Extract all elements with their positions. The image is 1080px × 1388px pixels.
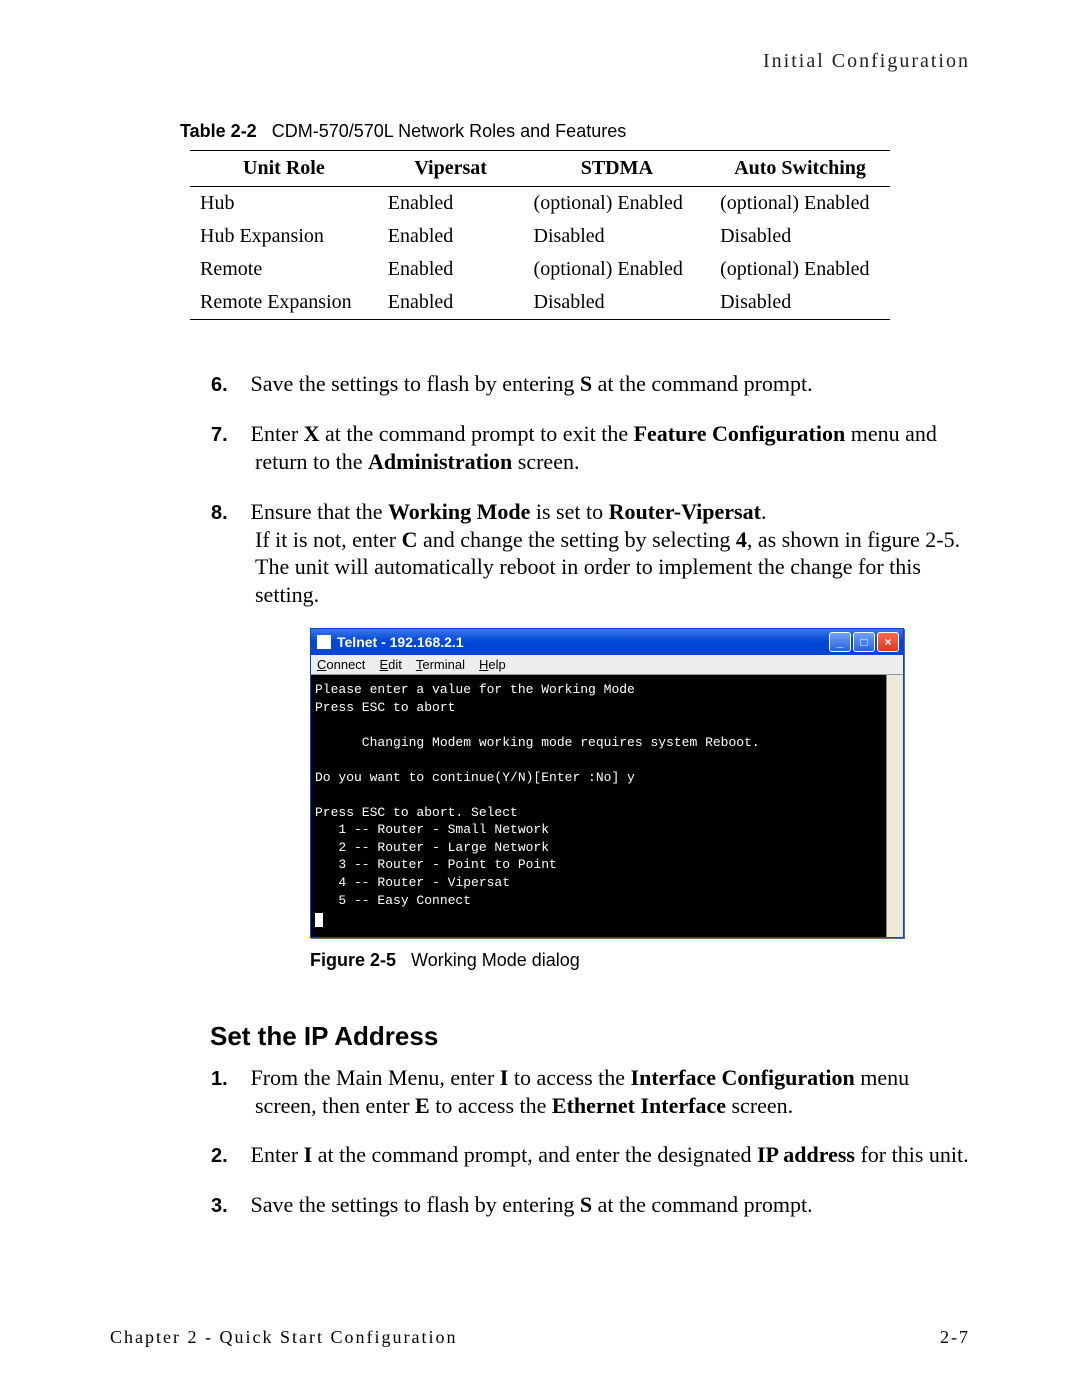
th-auto-switching: Auto Switching (710, 151, 890, 187)
telnet-text: Please enter a value for the Working Mod… (315, 682, 760, 908)
menu-terminal[interactable]: Terminal (416, 657, 465, 672)
table-row: Remote Enabled (optional) Enabled (optio… (190, 253, 890, 286)
page-header: Initial Configuration (110, 50, 970, 73)
cell: Remote (190, 253, 378, 286)
telnet-window: Telnet - 192.168.2.1 _ □ × Connect Edit … (310, 628, 904, 938)
cell: Hub Expansion (190, 220, 378, 253)
cell: Disabled (710, 220, 890, 253)
cell: Enabled (378, 253, 524, 286)
footer-left: Chapter 2 - Quick Start Configuration (110, 1327, 457, 1348)
telnet-body[interactable]: Please enter a value for the Working Mod… (311, 675, 903, 937)
table-caption-label: Table 2-2 (180, 121, 257, 141)
cell: (optional) Enabled (710, 253, 890, 286)
th-unit-role: Unit Role (190, 151, 378, 187)
step-7: 7. Enter X at the command prompt to exit… (255, 420, 970, 476)
cell: (optional) Enabled (524, 253, 711, 286)
maximize-button[interactable]: □ (853, 632, 875, 652)
cell: (optional) Enabled (710, 187, 890, 221)
table-row: Remote Expansion Enabled Disabled Disabl… (190, 286, 890, 320)
section-set-ip-address: Set the IP Address (210, 1021, 970, 1052)
step-b3: 3. Save the settings to flash by enterin… (255, 1191, 970, 1219)
step-b1: 1. From the Main Menu, enter I to access… (255, 1064, 970, 1120)
menu-connect[interactable]: Connect (317, 657, 365, 672)
cell: (optional) Enabled (524, 187, 711, 221)
cell: Disabled (524, 220, 711, 253)
menu-help[interactable]: Help (479, 657, 506, 672)
step-8: 8. Ensure that the Working Mode is set t… (255, 498, 970, 609)
table-row: Hub Enabled (optional) Enabled (optional… (190, 187, 890, 221)
th-stdma: STDMA (524, 151, 711, 187)
cell: Enabled (378, 220, 524, 253)
cell: Hub (190, 187, 378, 221)
figure-caption: Figure 2-5 Working Mode dialog (310, 950, 970, 971)
roles-table: Unit Role Vipersat STDMA Auto Switching … (190, 150, 890, 320)
table-row: Hub Expansion Enabled Disabled Disabled (190, 220, 890, 253)
footer-right: 2-7 (940, 1327, 970, 1348)
cursor-icon (315, 913, 323, 927)
telnet-title: Telnet - 192.168.2.1 (337, 634, 464, 650)
cell: Disabled (710, 286, 890, 320)
page-footer: Chapter 2 - Quick Start Configuration 2-… (110, 1327, 970, 1348)
telnet-scrollbar[interactable] (886, 675, 903, 937)
minimize-button[interactable]: _ (829, 632, 851, 652)
step-b2: 2. Enter I at the command prompt, and en… (255, 1141, 970, 1169)
telnet-menubar: Connect Edit Terminal Help (311, 655, 903, 675)
telnet-app-icon (317, 635, 331, 649)
table-caption: Table 2-2 CDM-570/570L Network Roles and… (180, 121, 970, 142)
telnet-titlebar: Telnet - 192.168.2.1 _ □ × (311, 629, 903, 655)
table-caption-text: CDM-570/570L Network Roles and Features (272, 121, 627, 141)
figure-label: Figure 2-5 (310, 950, 396, 970)
cell: Remote Expansion (190, 286, 378, 320)
figure-text: Working Mode dialog (411, 950, 580, 970)
step-6: 6. Save the settings to flash by enterin… (255, 370, 970, 398)
cell: Disabled (524, 286, 711, 320)
close-button[interactable]: × (877, 632, 899, 652)
th-vipersat: Vipersat (378, 151, 524, 187)
cell: Enabled (378, 286, 524, 320)
cell: Enabled (378, 187, 524, 221)
menu-edit[interactable]: Edit (379, 657, 401, 672)
